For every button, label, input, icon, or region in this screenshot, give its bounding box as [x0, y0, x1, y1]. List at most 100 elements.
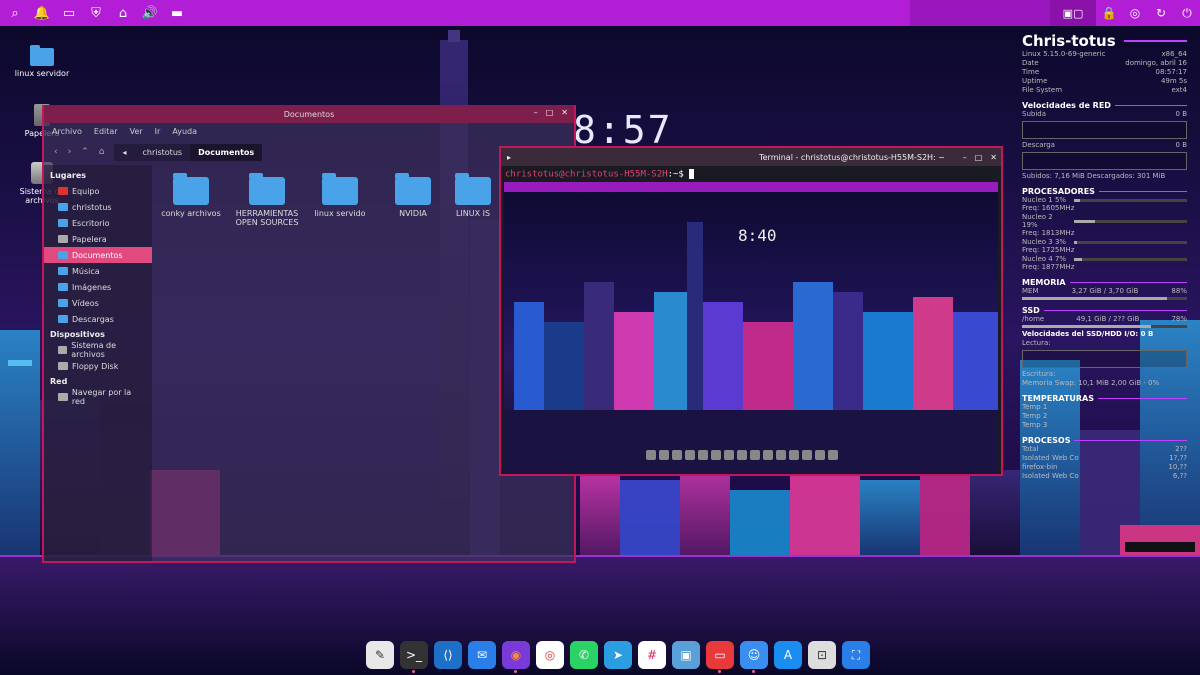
sidebar-item-label: Equipo	[72, 186, 100, 196]
computer-icon	[58, 187, 68, 195]
close-button[interactable]: ✕	[990, 153, 997, 162]
cpu-freq: Freq: 1605MHz	[1022, 204, 1075, 212]
panel-segment	[910, 0, 1050, 26]
minimize-button[interactable]: –	[534, 108, 538, 117]
conky-key: /home	[1022, 315, 1045, 323]
sidebar-item-equipo[interactable]: Equipo	[44, 183, 152, 199]
back-icon[interactable]: ‹	[54, 147, 58, 157]
sidebar-item-christotus[interactable]: christotus	[44, 199, 152, 215]
folder-label: conky archivos	[161, 209, 221, 218]
shield-icon[interactable]: ⛨	[87, 4, 105, 22]
appstore-icon[interactable]: A	[774, 641, 802, 669]
camera-capture-icon[interactable]: ⊡	[808, 641, 836, 669]
conky-value: x86_64	[1161, 50, 1187, 58]
conky-row: Linux 5.15.0-69-generic x86_64	[1022, 50, 1187, 59]
terminal-prompt-line[interactable]: christotus@christotus-H55M-S2H:~$	[501, 166, 1001, 182]
sidebar-item-descargas[interactable]: Descargas	[44, 311, 152, 327]
folder-icon[interactable]: ▬	[168, 4, 186, 22]
dock-mini-icon	[659, 450, 669, 460]
home-icon[interactable]: ⌂	[99, 147, 105, 157]
window-manager-icon[interactable]: ⛶	[842, 641, 870, 669]
folder-item[interactable]: NVIDIA	[378, 173, 448, 218]
whatsapp-icon[interactable]: ✆	[570, 641, 598, 669]
bell-icon[interactable]: 🔔	[33, 4, 51, 22]
volume-icon[interactable]: 🔊	[141, 4, 159, 22]
chrome-icon[interactable]: ◎	[536, 641, 564, 669]
folder-item[interactable]: linux servido	[305, 173, 375, 218]
menu-ir[interactable]: Ir	[155, 127, 161, 136]
dock-mini-icon	[750, 450, 760, 460]
vpn-icon[interactable]: ⌂	[114, 4, 132, 22]
conky-hostname: Chris-totus	[1022, 32, 1187, 50]
conky-net-header: Velocidades de RED	[1022, 101, 1187, 110]
desktop-icon-linux-servidor[interactable]: linux servidor	[7, 45, 77, 78]
target-icon[interactable]: ◎	[1122, 0, 1148, 26]
conky-key: MEM	[1022, 287, 1039, 295]
terminal-icon[interactable]: >_	[400, 641, 428, 673]
finder-icon[interactable]: ☺	[740, 641, 768, 673]
dock-mini-icon	[711, 450, 721, 460]
mail-icon[interactable]: ✉	[468, 641, 496, 669]
maximize-button[interactable]: □	[546, 108, 554, 117]
window-titlebar[interactable]: ▸ Terminal - christotus@christotus-H55M-…	[501, 148, 1001, 166]
conky-key: Temp 3	[1022, 421, 1048, 429]
dock-mini-icon	[685, 450, 695, 460]
maximize-button[interactable]: □	[975, 153, 983, 162]
presentation-icon[interactable]: ▭	[706, 641, 734, 673]
conky-row: Isolated Web Co 1?,??	[1022, 454, 1187, 463]
firefox-icon[interactable]: ◉	[502, 641, 530, 673]
folder-item[interactable]: HERRAMIENTAS OPEN SOURCES	[232, 173, 302, 227]
menu-ver[interactable]: Ver	[130, 127, 143, 136]
conky-key: firefox-bin	[1022, 463, 1058, 471]
sidebar-item-sistema-de-archivos[interactable]: Sistema de archivos	[44, 341, 152, 359]
menu-ayuda[interactable]: Ayuda	[172, 127, 197, 136]
workspace-switcher[interactable]: ▣▢	[1050, 0, 1096, 26]
folder-icon	[173, 173, 209, 205]
sidebar-item-documentos[interactable]: Documentos	[44, 247, 152, 263]
screenshot-icon[interactable]: ▣	[672, 641, 700, 669]
conky-key: Temp 1	[1022, 403, 1048, 411]
sidebar-item-escritorio[interactable]: Escritorio	[44, 215, 152, 231]
menu-editar[interactable]: Editar	[94, 127, 118, 136]
sidebar-item-floppy-disk[interactable]: Floppy Disk	[44, 358, 152, 374]
sidebar-item-papelera[interactable]: Papelera	[44, 231, 152, 247]
sidebar-item-label: Papelera	[72, 234, 107, 244]
workspace-icon[interactable]: ▣▢	[1063, 7, 1084, 20]
desktop-icon-label: linux servidor	[14, 69, 70, 78]
conky-row: Freq: 1605MHz	[1022, 204, 1187, 213]
sidebar-item-videos[interactable]: Vídeos	[44, 295, 152, 311]
close-button[interactable]: ✕	[561, 108, 568, 117]
file-manager-window: Documentos – □ ✕ Archivo Editar Ver Ir A…	[42, 105, 576, 563]
search-icon[interactable]: ⌕	[6, 4, 24, 22]
minimize-button[interactable]: –	[963, 153, 967, 162]
cpu-core-row: Nucleo 2 19%	[1022, 213, 1187, 229]
conky-row: Memoria Swap: 10,1 MiB 2,00 GiB - 0%	[1022, 379, 1187, 388]
window-titlebar[interactable]: Documentos – □ ✕	[44, 105, 574, 123]
conky-value: ext4	[1171, 86, 1187, 94]
vscode-icon[interactable]: ⟨⟩	[434, 641, 462, 669]
sidebar-item-label: Música	[72, 266, 100, 276]
folder-item[interactable]: LINUX IS	[448, 173, 498, 218]
sidebar-item-musica[interactable]: Música	[44, 263, 152, 279]
conky-value: 0 B	[1175, 141, 1187, 149]
slack-icon[interactable]: #	[638, 641, 666, 669]
sidebar-item-imagenes[interactable]: Imágenes	[44, 279, 152, 295]
refresh-icon[interactable]: ↻	[1148, 0, 1174, 26]
sidebar-item-navegar-por-la-red[interactable]: Navegar por la red	[44, 388, 152, 406]
power-icon[interactable]: ⏻	[1174, 0, 1200, 26]
folder-label: LINUX IS	[455, 209, 491, 218]
forward-icon[interactable]: ›	[68, 147, 72, 157]
conky-row: Time 08:57:17	[1022, 68, 1187, 77]
folder-item[interactable]: conky archivos	[156, 173, 226, 218]
breadcrumb-documentos[interactable]: Documentos	[190, 143, 263, 161]
menu-archivo[interactable]: Archivo	[52, 127, 82, 136]
folder-icon	[58, 299, 68, 307]
telegram-icon[interactable]: ➤	[604, 641, 632, 669]
text-editor-icon[interactable]: ✎	[366, 641, 394, 669]
breadcrumb-left-arrow[interactable]: ◂	[114, 143, 135, 161]
inbox-icon[interactable]: ▭	[60, 4, 78, 22]
conky-key: Total	[1022, 445, 1039, 453]
up-icon[interactable]: ⌃	[81, 147, 89, 157]
lock-icon[interactable]: 🔒	[1096, 0, 1122, 26]
breadcrumb-christotus[interactable]: christotus	[134, 143, 191, 161]
